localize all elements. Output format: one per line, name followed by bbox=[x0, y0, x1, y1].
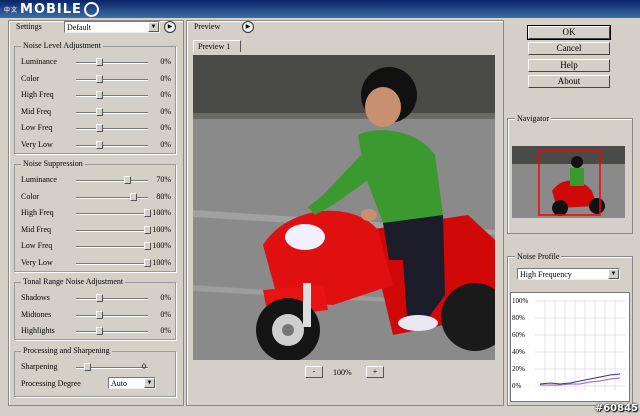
slider-row-luminance: Luminance 0% bbox=[21, 57, 171, 66]
slider-row-color: Color 80% bbox=[21, 191, 171, 201]
processing-degree-label: Processing Degree bbox=[21, 379, 81, 388]
slider-row-very-low: Very Low 0% bbox=[21, 139, 171, 149]
slider-track[interactable] bbox=[76, 78, 148, 81]
noise-level-group: Noise Level Adjustment Luminance 0% Color 0… bbox=[14, 41, 176, 154]
navigator-label: Navigator bbox=[515, 114, 551, 123]
slider-row-low-freq: Low Freq 0% bbox=[21, 123, 171, 132]
slider-track[interactable] bbox=[76, 95, 148, 97]
slider-thumb[interactable] bbox=[96, 124, 104, 132]
slider-row-high-freq: High Freq 100% bbox=[21, 208, 171, 217]
preview-label: Preview bbox=[194, 22, 221, 31]
y-tick-label: 100% bbox=[512, 297, 529, 305]
y-tick-label: 0% bbox=[512, 382, 522, 390]
slider-row-shadows: Shadows 0% bbox=[21, 293, 171, 302]
slider-track[interactable] bbox=[76, 331, 148, 333]
zoom-in-button[interactable]: + bbox=[366, 366, 384, 378]
noise-profile-graph: 100% 80% 60% 40% 20% 0% bbox=[510, 292, 630, 402]
slider-track[interactable] bbox=[76, 229, 148, 232]
slider-track[interactable] bbox=[76, 314, 148, 317]
y-tick-label: 40% bbox=[512, 348, 525, 356]
chevron-down-icon: ▼ bbox=[148, 22, 159, 32]
slider-track[interactable] bbox=[76, 298, 148, 300]
slider-row-mid-freq: Mid Freq 100% bbox=[21, 224, 171, 234]
settings-label: Settings bbox=[16, 22, 42, 31]
chevron-down-icon: ▼ bbox=[608, 269, 619, 279]
help-button[interactable]: Help bbox=[528, 59, 610, 72]
y-tick-label: 80% bbox=[512, 314, 525, 322]
settings-menu-arrow-icon[interactable]: ▶ bbox=[164, 21, 176, 33]
settings-preset-select[interactable]: Default ▼ bbox=[64, 21, 160, 33]
about-button[interactable]: About bbox=[528, 75, 610, 88]
slider-row-highlights: Highlights 0% bbox=[21, 326, 171, 335]
slider-row-mid-freq: Mid Freq 0% bbox=[21, 106, 171, 116]
slider-thumb[interactable] bbox=[130, 192, 138, 201]
tab-preview-1[interactable]: Preview 1 bbox=[193, 40, 241, 52]
noise-level-title: Noise Level Adjustment bbox=[21, 41, 103, 50]
slider-thumb[interactable] bbox=[96, 327, 104, 335]
slider-row-midtones: Midtones 0% bbox=[21, 309, 171, 319]
slider-thumb[interactable] bbox=[96, 294, 104, 302]
slider-track[interactable] bbox=[76, 262, 148, 265]
logo-ring-icon bbox=[83, 1, 99, 17]
slider-row-luminance: Luminance 70% bbox=[21, 175, 171, 184]
preview-menu-arrow-icon[interactable]: ▶ bbox=[242, 21, 254, 33]
processing-degree-select[interactable]: Auto ▼ bbox=[108, 377, 156, 389]
slider-thumb[interactable] bbox=[96, 58, 104, 66]
noise-profile-select[interactable]: High Frequency ▼ bbox=[517, 268, 620, 280]
slider-thumb[interactable] bbox=[96, 310, 104, 319]
noise-profile-label: Noise Profile bbox=[515, 252, 562, 261]
slider-thumb[interactable] bbox=[96, 107, 104, 116]
chevron-down-icon: ▼ bbox=[144, 378, 155, 388]
y-tick-label: 60% bbox=[512, 331, 525, 339]
slider-thumb[interactable] bbox=[96, 91, 104, 99]
zoom-out-button[interactable]: - bbox=[305, 366, 323, 378]
zoom-level: 100% bbox=[333, 368, 352, 377]
tonal-range-title: Tonal Range Noise Adjustment bbox=[21, 277, 126, 286]
slider-thumb[interactable] bbox=[96, 74, 104, 83]
title-bar: 中文 MOBILE bbox=[0, 0, 640, 18]
slider-track[interactable] bbox=[76, 246, 148, 248]
processing-group: Processing and Sharpening Sharpening 0 P… bbox=[14, 346, 176, 397]
noise-profile-grid bbox=[535, 299, 625, 391]
app-logo: 中文 MOBILE bbox=[4, 1, 99, 17]
cancel-button[interactable]: Cancel bbox=[528, 42, 610, 55]
ok-button[interactable]: OK bbox=[527, 25, 611, 40]
slider-row-low-freq: Low Freq 100% bbox=[21, 241, 171, 250]
y-tick-label: 20% bbox=[512, 365, 525, 373]
slider-row-high-freq: High Freq 0% bbox=[21, 90, 171, 99]
navigator-thumbnail[interactable] bbox=[512, 146, 625, 218]
slider-track[interactable] bbox=[76, 144, 148, 147]
sharpening-slider-thumb[interactable] bbox=[84, 363, 91, 371]
slider-track[interactable] bbox=[76, 111, 148, 114]
slider-track[interactable] bbox=[76, 128, 148, 130]
watermark: #60845 bbox=[594, 403, 638, 414]
noise-suppression-title: Noise Suppression bbox=[21, 159, 85, 168]
slider-thumb[interactable] bbox=[123, 176, 131, 184]
slider-thumb[interactable] bbox=[96, 140, 104, 149]
slider-row-color: Color 0% bbox=[21, 73, 171, 83]
slider-row-sharpening: Sharpening 0 bbox=[21, 362, 148, 371]
preview-image[interactable] bbox=[193, 55, 495, 360]
slider-track[interactable] bbox=[76, 62, 148, 64]
slider-row-very-low: Very Low 100% bbox=[21, 257, 171, 267]
processing-title: Processing and Sharpening bbox=[21, 346, 112, 355]
noise-suppression-group: Noise Suppression Luminance 70% Color 80% Hi… bbox=[14, 159, 176, 272]
slider-track[interactable] bbox=[76, 213, 148, 215]
tonal-range-group: Tonal Range Noise Adjustment Shadows 0% Mi… bbox=[14, 277, 176, 340]
slider-track[interactable] bbox=[76, 180, 148, 182]
